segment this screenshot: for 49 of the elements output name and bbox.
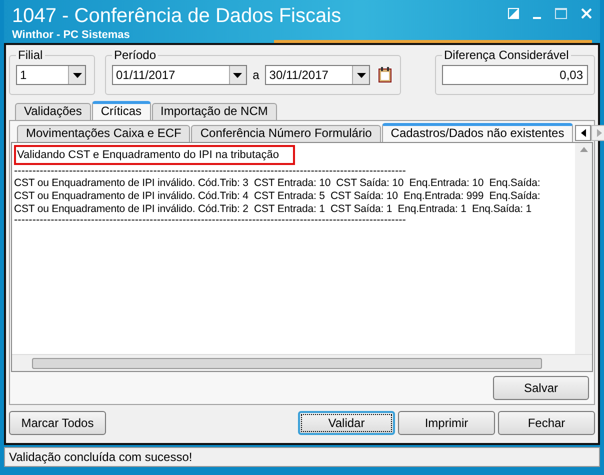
calendar-button[interactable] <box>376 65 394 85</box>
value-field[interactable]: 0,03 <box>442 65 588 85</box>
tab[interactable]: Movimentações Caixa e ECF <box>17 125 190 142</box>
group-label: Filial <box>16 48 45 62</box>
dropdown-value: 1 <box>19 67 28 84</box>
dropdown-value: 01/11/2017 <box>115 67 176 84</box>
dropdown-value: 30/11/2017 <box>268 67 330 84</box>
action-button[interactable]: Marcar Todos <box>9 411 106 435</box>
save-button[interactable]: Salvar <box>493 376 589 400</box>
log-heading: Validando CST e Enquadramento do IPI na tributação <box>14 145 295 165</box>
caret-icon <box>72 72 82 78</box>
tab[interactable]: Validações <box>15 103 91 120</box>
group-label: Diferença Considerável <box>442 48 571 62</box>
maximize-icon[interactable] <box>555 8 567 19</box>
caret-icon <box>356 72 366 78</box>
log-line: CST ou Enquadramento de IPI inválido. Cód.Trib: 4 CST Entrada: 5 CST Saída: 10 Enq.Entrada: 999 Enq.Saída: <box>14 190 540 203</box>
log-line: CST ou Enquadramento de IPI inválido. Cód.Trib: 3 CST Entrada: 10 CST Saída: 10 Enq.Entrada: 10 Enq.Saída: <box>14 177 540 190</box>
scroll-left-button[interactable] <box>575 125 592 141</box>
range-separator: a <box>252 67 260 84</box>
calendar-icon <box>378 67 392 83</box>
right-arrow-icon <box>596 129 602 137</box>
group-label: Período <box>112 48 158 62</box>
tab[interactable]: Cadastros/Dados não existentes <box>382 123 574 142</box>
log-rule: ----------------------------------------------------------------------------------------------------------- <box>14 216 406 226</box>
window-subtitle: Winthor - PC Sistemas <box>12 28 131 42</box>
dropdown[interactable]: 01/11/2017 <box>112 65 247 85</box>
horizontal-scrollbar[interactable] <box>12 354 592 371</box>
action-button[interactable]: Fechar <box>498 411 595 435</box>
dropdown-button[interactable] <box>352 66 370 84</box>
window-title: 1047 - Conferência de Dados Fiscais <box>12 4 342 28</box>
left-arrow-icon <box>580 129 586 137</box>
tab[interactable]: Conferência Número Formulário <box>191 125 381 142</box>
dropdown[interactable]: 30/11/2017 <box>265 65 370 85</box>
vertical-scrollbar[interactable] <box>575 143 592 354</box>
log-rule: ----------------------------------------------------------------------------------------------------------- <box>14 167 406 177</box>
up-arrow-icon[interactable] <box>580 147 588 152</box>
status-bar: Validação concluída com sucesso! <box>4 447 600 467</box>
restore-icon[interactable] <box>508 8 519 19</box>
close-icon[interactable] <box>581 8 592 19</box>
tab[interactable]: Importação de NCM <box>152 103 277 120</box>
log-line: CST ou Enquadramento de IPI inválido. Cód.Trib: 2 CST Entrada: 1 CST Saída: 1 Enq.Entrada: 1 Enq.Saída: 1 <box>14 203 532 216</box>
dropdown-button[interactable] <box>68 66 85 84</box>
caret-icon <box>233 72 242 78</box>
action-button[interactable]: Imprimir <box>398 411 495 435</box>
dropdown-button[interactable] <box>228 66 246 84</box>
action-button[interactable]: Validar <box>298 411 395 435</box>
dropdown[interactable]: 1 <box>16 65 86 85</box>
tab[interactable]: Críticas <box>92 101 150 120</box>
scroll-thumb[interactable] <box>32 358 542 368</box>
